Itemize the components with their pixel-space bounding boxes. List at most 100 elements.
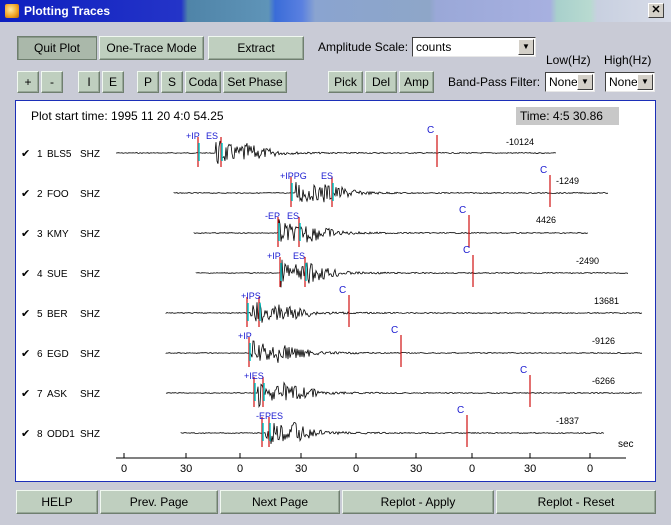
amplitude-scale-select[interactable]: counts ▼ — [412, 37, 536, 57]
coda-label: C — [457, 405, 464, 416]
phase-pick-label: +IP — [267, 251, 281, 261]
trace-station-name: ODD1 — [47, 429, 75, 440]
x-axis-tick-label: 0 — [121, 463, 127, 475]
coda-label: C — [520, 365, 527, 376]
trace-waveform[interactable] — [165, 381, 643, 408]
trace-amplitude: -1837 — [556, 416, 579, 426]
coda-label: C — [391, 325, 398, 336]
trace-amplitude: 4426 — [536, 215, 556, 225]
trace-amplitude: -1249 — [556, 176, 579, 186]
trace-waveform[interactable] — [116, 140, 556, 164]
trace-number: 3 — [37, 229, 43, 240]
trace-number: 5 — [37, 309, 43, 320]
quit-plot-button[interactable]: Quit Plot — [17, 36, 97, 60]
phase-pick-label: ES — [321, 171, 333, 181]
trace-checkbox-4: ✔ — [21, 268, 30, 280]
trace-station-name: SUE — [47, 269, 68, 280]
trace-amplitude: -9126 — [592, 336, 615, 346]
app-icon — [5, 4, 19, 18]
phase-pick-label: +IP — [238, 331, 252, 341]
replot-reset-button[interactable]: Replot - Reset — [496, 490, 656, 514]
trace-waveform[interactable] — [180, 422, 605, 445]
set-phase-button[interactable]: Set Phase — [223, 71, 287, 93]
phase-pick-label: +IES — [244, 371, 264, 381]
trace-checkbox-2: ✔ — [21, 188, 30, 200]
plot-panel[interactable]: Plot start time: 1995 11 20 4:0 54.25 Ti… — [15, 100, 656, 482]
trace-component: SHZ — [80, 309, 100, 320]
trace-station-name: BLS5 — [47, 149, 72, 160]
zoom-out-button[interactable]: - — [41, 71, 63, 93]
one-trace-mode-button[interactable]: One-Trace Mode — [99, 36, 204, 60]
chevron-down-icon[interactable]: ▼ — [577, 74, 593, 90]
trace-waveform[interactable] — [193, 219, 589, 243]
phase-pick-label: +IPS — [241, 291, 261, 301]
extract-button[interactable]: Extract — [208, 36, 304, 60]
next-page-button[interactable]: Next Page — [220, 490, 340, 514]
coda-label: C — [459, 205, 466, 216]
trace-station-name: EGD — [47, 349, 69, 360]
trace-station-name: ASK — [47, 389, 67, 400]
replot-apply-button[interactable]: Replot - Apply — [342, 490, 494, 514]
coda-button[interactable]: Coda — [185, 71, 221, 93]
amplitude-scale-value: counts — [416, 40, 452, 54]
s-phase-button[interactable]: S — [161, 71, 183, 93]
coda-label: C — [339, 285, 346, 296]
zoom-in-button[interactable]: + — [17, 71, 39, 93]
trace-number: 6 — [37, 349, 43, 360]
high-hz-value: None — [609, 75, 638, 89]
trace-waveform[interactable] — [195, 259, 629, 288]
trace-waveform[interactable] — [165, 302, 643, 323]
trace-component: SHZ — [80, 149, 100, 160]
trace-waveform[interactable] — [165, 340, 643, 363]
x-axis-tick-label: 30 — [410, 463, 422, 475]
chevron-down-icon[interactable]: ▼ — [637, 74, 653, 90]
amplitude-button[interactable]: Amp — [399, 71, 434, 93]
trace-checkbox-1: ✔ — [21, 148, 30, 160]
title-bar: Plotting Traces ✕ — [0, 0, 671, 22]
x-axis-tick-label: 0 — [353, 463, 359, 475]
seismogram-plot[interactable]: ✔ 1 BLS5 SHZ +IP ES C -10124 ✔ 2 FOO SHZ +IPPG ES C -12… — [16, 101, 655, 481]
phase-pick-label: ES — [287, 211, 299, 221]
x-axis-tick-label: 30 — [295, 463, 307, 475]
trace-waveform[interactable] — [173, 182, 609, 203]
phase-pick-label: -EPES — [256, 411, 283, 421]
low-hz-select[interactable]: None ▼ — [545, 72, 595, 92]
high-hz-select[interactable]: None ▼ — [605, 72, 655, 92]
x-axis-tick-label: 0 — [587, 463, 593, 475]
trace-checkbox-7: ✔ — [21, 388, 30, 400]
trace-amplitude: -2490 — [576, 256, 599, 266]
coda-label: C — [427, 125, 434, 136]
close-button[interactable]: ✕ — [648, 3, 664, 18]
trace-component: SHZ — [80, 389, 100, 400]
trace-checkbox-8: ✔ — [21, 428, 30, 440]
trace-component: SHZ — [80, 229, 100, 240]
coda-label: C — [463, 245, 470, 256]
trace-component: SHZ — [80, 269, 100, 280]
impulsive-button[interactable]: I — [78, 71, 100, 93]
phase-pick-label: -EP — [265, 211, 280, 221]
trace-number: 2 — [37, 189, 43, 200]
x-axis-tick-label: 0 — [237, 463, 243, 475]
trace-amplitude: -10124 — [506, 137, 534, 147]
emergent-button[interactable]: E — [102, 71, 124, 93]
phase-pick-label: +IP — [186, 131, 200, 141]
trace-station-name: FOO — [47, 189, 69, 200]
high-hz-label: High(Hz) — [604, 53, 652, 67]
trace-amplitude: -6266 — [592, 376, 615, 386]
x-axis-unit: sec — [618, 439, 634, 450]
trace-checkbox-3: ✔ — [21, 228, 30, 240]
coda-label: C — [540, 165, 547, 176]
trace-station-name: KMY — [47, 229, 69, 240]
trace-component: SHZ — [80, 349, 100, 360]
x-axis-tick-label: 30 — [524, 463, 536, 475]
p-phase-button[interactable]: P — [137, 71, 159, 93]
help-button[interactable]: HELP — [16, 490, 98, 514]
phase-pick-label: ES — [293, 251, 305, 261]
x-axis-tick-label: 30 — [180, 463, 192, 475]
pick-button[interactable]: Pick — [328, 71, 363, 93]
delete-button[interactable]: Del — [365, 71, 397, 93]
trace-amplitude: 13681 — [594, 296, 619, 306]
prev-page-button[interactable]: Prev. Page — [100, 490, 218, 514]
chevron-down-icon[interactable]: ▼ — [518, 39, 534, 55]
trace-checkbox-6: ✔ — [21, 348, 30, 360]
